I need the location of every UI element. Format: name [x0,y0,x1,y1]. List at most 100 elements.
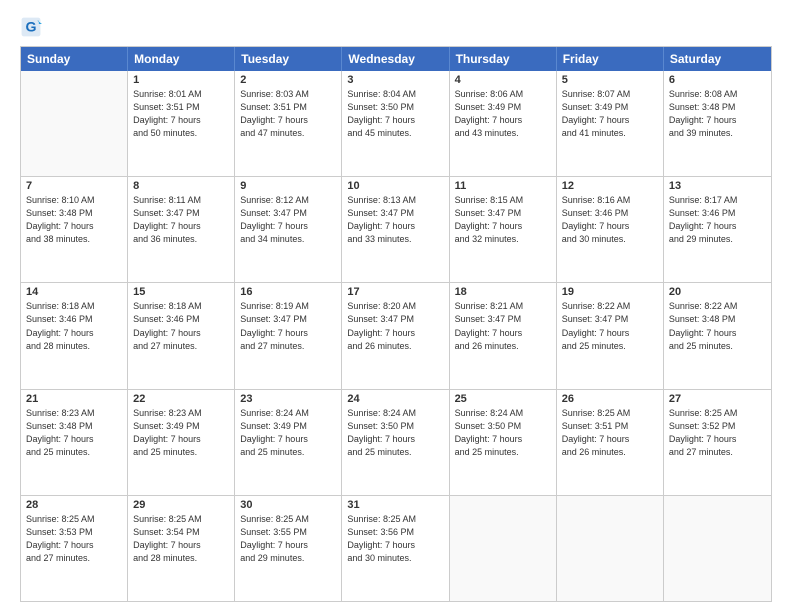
cell-info: Daylight: 7 hours [240,220,336,233]
cell-info: Sunset: 3:50 PM [455,420,551,433]
calendar-week-5: 28Sunrise: 8:25 AMSunset: 3:53 PMDayligh… [21,495,771,601]
cell-info: and 25 minutes. [562,340,658,353]
day-number: 10 [347,180,443,192]
day-number: 29 [133,499,229,511]
cell-info: Sunrise: 8:25 AM [347,513,443,526]
cell-info: Daylight: 7 hours [26,220,122,233]
day-number: 4 [455,74,551,86]
calendar-cell: 5Sunrise: 8:07 AMSunset: 3:49 PMDaylight… [557,71,664,176]
day-number: 21 [26,393,122,405]
calendar-cell: 29Sunrise: 8:25 AMSunset: 3:54 PMDayligh… [128,496,235,601]
calendar-cell: 25Sunrise: 8:24 AMSunset: 3:50 PMDayligh… [450,390,557,495]
calendar-cell: 1Sunrise: 8:01 AMSunset: 3:51 PMDaylight… [128,71,235,176]
day-number: 13 [669,180,766,192]
cell-info: Sunrise: 8:22 AM [669,300,766,313]
cell-info: Sunset: 3:49 PM [455,101,551,114]
cell-info: Daylight: 7 hours [562,433,658,446]
calendar-cell: 12Sunrise: 8:16 AMSunset: 3:46 PMDayligh… [557,177,664,282]
cell-info: Daylight: 7 hours [133,539,229,552]
cell-info: Sunrise: 8:22 AM [562,300,658,313]
cell-info: Sunrise: 8:17 AM [669,194,766,207]
header: G [20,16,772,38]
cell-info: Daylight: 7 hours [240,433,336,446]
cell-info: Daylight: 7 hours [347,220,443,233]
calendar-week-1: 1Sunrise: 8:01 AMSunset: 3:51 PMDaylight… [21,71,771,176]
cell-info: Sunrise: 8:23 AM [133,407,229,420]
cell-info: Sunrise: 8:13 AM [347,194,443,207]
cell-info: and 33 minutes. [347,233,443,246]
cell-info: Sunset: 3:47 PM [240,207,336,220]
day-number: 23 [240,393,336,405]
cell-info: and 25 minutes. [347,446,443,459]
cell-info: Sunrise: 8:24 AM [455,407,551,420]
calendar-cell: 30Sunrise: 8:25 AMSunset: 3:55 PMDayligh… [235,496,342,601]
calendar-cell [557,496,664,601]
cell-info: Sunrise: 8:18 AM [26,300,122,313]
cell-info: Daylight: 7 hours [669,114,766,127]
cell-info: Sunset: 3:48 PM [669,101,766,114]
cell-info: Daylight: 7 hours [455,220,551,233]
cell-info: Sunset: 3:46 PM [133,313,229,326]
cell-info: and 27 minutes. [133,340,229,353]
calendar-header: SundayMondayTuesdayWednesdayThursdayFrid… [21,47,771,71]
calendar: SundayMondayTuesdayWednesdayThursdayFrid… [20,46,772,602]
cell-info: Sunset: 3:48 PM [26,420,122,433]
calendar-cell: 2Sunrise: 8:03 AMSunset: 3:51 PMDaylight… [235,71,342,176]
day-number: 24 [347,393,443,405]
cell-info: Sunset: 3:48 PM [26,207,122,220]
day-number: 7 [26,180,122,192]
cell-info: Sunrise: 8:04 AM [347,88,443,101]
calendar-cell: 22Sunrise: 8:23 AMSunset: 3:49 PMDayligh… [128,390,235,495]
cell-info: and 27 minutes. [669,446,766,459]
cell-info: and 25 minutes. [133,446,229,459]
weekday-header-saturday: Saturday [664,47,771,71]
day-number: 31 [347,499,443,511]
cell-info: Sunrise: 8:25 AM [669,407,766,420]
cell-info: and 43 minutes. [455,127,551,140]
cell-info: Sunset: 3:50 PM [347,420,443,433]
cell-info: Sunrise: 8:20 AM [347,300,443,313]
cell-info: Sunset: 3:47 PM [455,207,551,220]
cell-info: Sunrise: 8:11 AM [133,194,229,207]
cell-info: Sunrise: 8:25 AM [240,513,336,526]
day-number: 8 [133,180,229,192]
calendar-cell: 10Sunrise: 8:13 AMSunset: 3:47 PMDayligh… [342,177,449,282]
calendar-cell: 20Sunrise: 8:22 AMSunset: 3:48 PMDayligh… [664,283,771,388]
cell-info: and 41 minutes. [562,127,658,140]
cell-info: Sunrise: 8:08 AM [669,88,766,101]
logo-icon: G [20,16,42,38]
cell-info: and 26 minutes. [347,340,443,353]
cell-info: and 25 minutes. [240,446,336,459]
calendar-cell: 26Sunrise: 8:25 AMSunset: 3:51 PMDayligh… [557,390,664,495]
day-number: 3 [347,74,443,86]
cell-info: Sunset: 3:56 PM [347,526,443,539]
calendar-week-3: 14Sunrise: 8:18 AMSunset: 3:46 PMDayligh… [21,282,771,388]
cell-info: Sunset: 3:51 PM [562,420,658,433]
cell-info: Sunset: 3:53 PM [26,526,122,539]
cell-info: Daylight: 7 hours [26,433,122,446]
cell-info: and 27 minutes. [240,340,336,353]
day-number: 15 [133,286,229,298]
cell-info: Sunset: 3:51 PM [240,101,336,114]
cell-info: Sunset: 3:47 PM [455,313,551,326]
cell-info: Sunrise: 8:21 AM [455,300,551,313]
cell-info: Sunset: 3:47 PM [240,313,336,326]
cell-info: Sunrise: 8:01 AM [133,88,229,101]
cell-info: and 25 minutes. [669,340,766,353]
calendar-cell: 31Sunrise: 8:25 AMSunset: 3:56 PMDayligh… [342,496,449,601]
day-number: 14 [26,286,122,298]
calendar-cell: 27Sunrise: 8:25 AMSunset: 3:52 PMDayligh… [664,390,771,495]
calendar-cell: 24Sunrise: 8:24 AMSunset: 3:50 PMDayligh… [342,390,449,495]
cell-info: Daylight: 7 hours [26,539,122,552]
day-number: 27 [669,393,766,405]
day-number: 5 [562,74,658,86]
cell-info: Sunset: 3:46 PM [562,207,658,220]
cell-info: Sunset: 3:47 PM [562,313,658,326]
calendar-week-2: 7Sunrise: 8:10 AMSunset: 3:48 PMDaylight… [21,176,771,282]
svg-text:G: G [26,19,37,35]
cell-info: Sunrise: 8:25 AM [562,407,658,420]
logo: G [20,16,44,38]
cell-info: and 34 minutes. [240,233,336,246]
day-number: 9 [240,180,336,192]
cell-info: Sunrise: 8:10 AM [26,194,122,207]
